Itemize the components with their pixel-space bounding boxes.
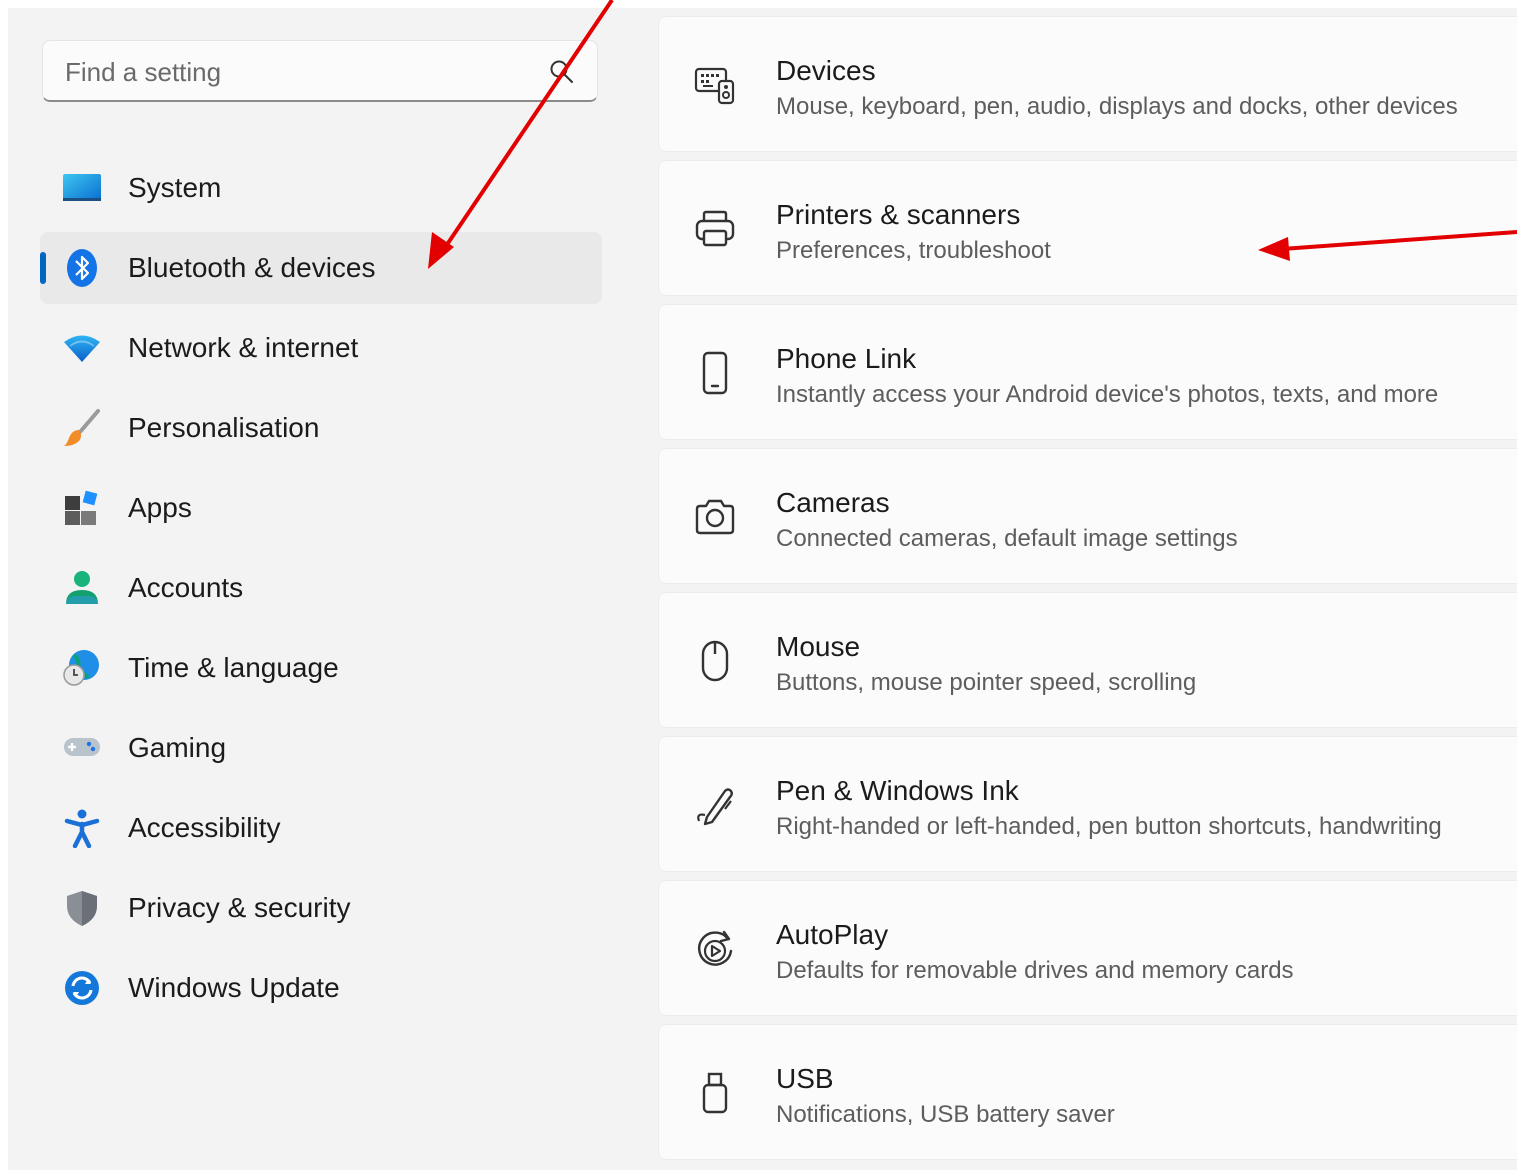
- search-icon[interactable]: [549, 59, 575, 85]
- card-subtitle: Mouse, keyboard, pen, audio, displays an…: [776, 93, 1458, 120]
- card-title: Cameras: [776, 487, 890, 518]
- card-title: Mouse: [776, 631, 861, 662]
- sidebar-item-label: System: [128, 172, 222, 203]
- card-subtitle: Notifications, USB battery saver: [776, 1101, 1115, 1128]
- camera-icon: [695, 499, 735, 535]
- card-subtitle: Connected cameras, default image setting…: [776, 525, 1238, 552]
- pen-icon: [697, 788, 733, 826]
- accessibility-icon: [64, 809, 100, 848]
- wifi-icon: [64, 335, 100, 362]
- card-title: Pen & Windows Ink: [776, 775, 1019, 806]
- usb-icon: [702, 1072, 728, 1114]
- sidebar-item-label: Personalisation: [128, 412, 320, 443]
- monitor-icon: [63, 174, 101, 201]
- printer-icon: [695, 210, 735, 247]
- card-subtitle: Buttons, mouse pointer speed, scrolling: [776, 669, 1197, 696]
- card-printers-scanners[interactable]: Printers & scanners Preferences, trouble…: [658, 160, 1517, 296]
- update-icon: [65, 971, 99, 1005]
- sidebar-item-label: Apps: [128, 492, 192, 523]
- card-subtitle: Preferences, troubleshoot: [776, 237, 1051, 264]
- apps-icon: [65, 490, 98, 525]
- phone-icon: [702, 351, 728, 395]
- sidebar-item-label: Accounts: [128, 572, 244, 603]
- sidebar-item-network-internet[interactable]: Network & internet: [40, 312, 602, 384]
- sidebar-item-windows-update[interactable]: Windows Update: [40, 952, 602, 1024]
- search-box[interactable]: [42, 40, 598, 102]
- bluetooth-icon: [67, 249, 97, 287]
- card-title: Printers & scanners: [776, 199, 1021, 230]
- card-usb[interactable]: USB Notifications, USB battery saver: [658, 1024, 1517, 1160]
- settings-window: System Bluetooth & devices Network & int…: [8, 8, 1517, 1170]
- sidebar-item-system[interactable]: System: [40, 152, 602, 224]
- sidebar-item-label: Bluetooth & devices: [128, 252, 376, 283]
- sidebar-item-accounts[interactable]: Accounts: [40, 552, 602, 624]
- globe-clock-icon: [63, 650, 99, 686]
- card-pen-windows-ink[interactable]: Pen & Windows Ink Right-handed or left-h…: [658, 736, 1517, 872]
- devices-icon: [694, 67, 735, 105]
- sidebar-item-time-language[interactable]: Time & language: [40, 632, 602, 704]
- sidebar-item-label: Gaming: [128, 732, 227, 763]
- sidebar-item-bluetooth-devices[interactable]: Bluetooth & devices: [40, 232, 602, 304]
- sidebar-item-label: Privacy & security: [128, 892, 351, 923]
- sidebar-item-gaming[interactable]: Gaming: [40, 712, 602, 784]
- sidebar-item-personalisation[interactable]: Personalisation: [40, 392, 602, 464]
- sidebar-item-label: Network & internet: [128, 332, 359, 363]
- shield-icon: [67, 891, 97, 926]
- card-title: Phone Link: [776, 343, 917, 374]
- card-subtitle: Defaults for removable drives and memory…: [776, 957, 1294, 984]
- sidebar-item-label: Time & language: [128, 652, 339, 683]
- card-title: USB: [776, 1063, 834, 1094]
- card-title: Devices: [776, 55, 876, 86]
- card-phone-link[interactable]: Phone Link Instantly access your Android…: [658, 304, 1517, 440]
- card-autoplay[interactable]: AutoPlay Defaults for removable drives a…: [658, 880, 1517, 1016]
- paintbrush-icon: [64, 409, 100, 446]
- mouse-icon: [701, 640, 729, 682]
- card-subtitle: Right-handed or left-handed, pen button …: [776, 813, 1442, 840]
- card-subtitle: Instantly access your Android device's p…: [776, 381, 1439, 408]
- sidebar-item-label: Windows Update: [128, 972, 340, 1003]
- search-input[interactable]: [63, 51, 527, 93]
- card-devices[interactable]: Devices Mouse, keyboard, pen, audio, dis…: [658, 16, 1517, 152]
- selection-indicator: [40, 252, 46, 284]
- sidebar-item-privacy-security[interactable]: Privacy & security: [40, 872, 602, 944]
- person-icon: [66, 571, 98, 604]
- gamepad-icon: [64, 738, 100, 756]
- sidebar-item-accessibility[interactable]: Accessibility: [40, 792, 602, 864]
- card-cameras[interactable]: Cameras Connected cameras, default image…: [658, 448, 1517, 584]
- autoplay-icon: [698, 930, 733, 966]
- sidebar-item-label: Accessibility: [128, 812, 281, 843]
- card-title: AutoPlay: [776, 919, 889, 950]
- sidebar-item-apps[interactable]: Apps: [40, 472, 602, 544]
- card-mouse[interactable]: Mouse Buttons, mouse pointer speed, scro…: [658, 592, 1517, 728]
